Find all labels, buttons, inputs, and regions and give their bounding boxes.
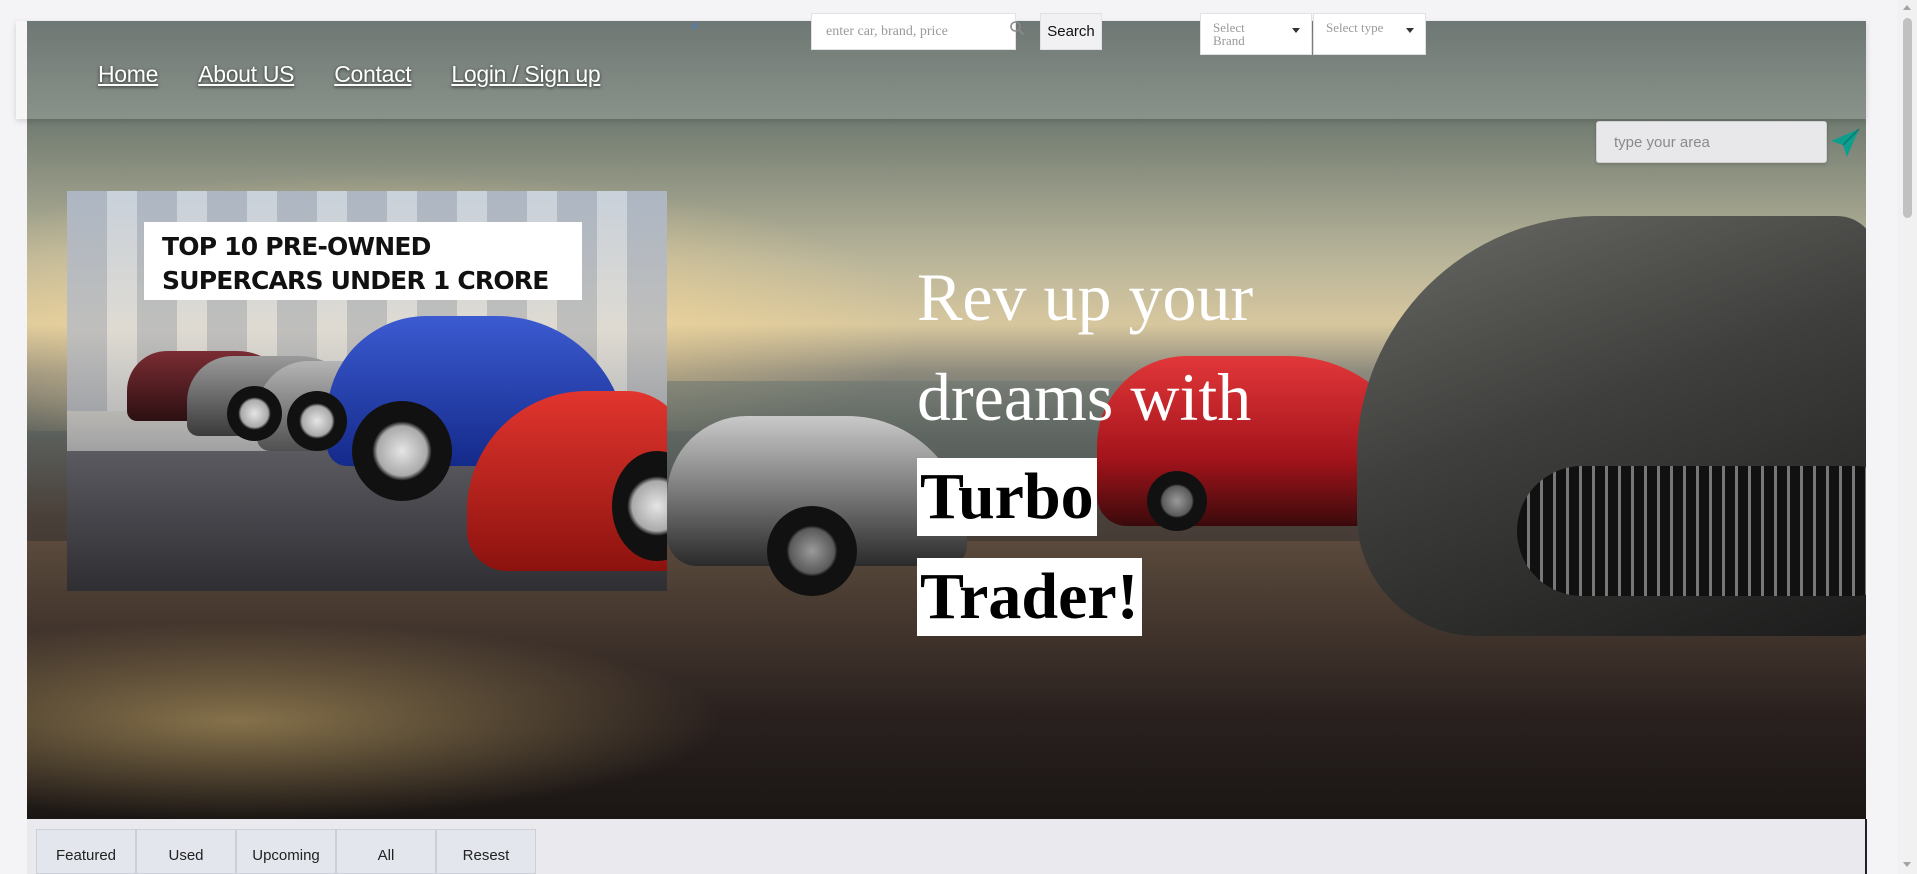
- type-select[interactable]: Select type: [1313, 13, 1426, 55]
- filter-bar: Featured Used Upcoming All Resest: [27, 819, 1867, 874]
- search-button[interactable]: Search: [1040, 13, 1102, 50]
- headline-brand-word2: Trader!: [917, 558, 1142, 636]
- headline-line2: dreams with: [917, 359, 1252, 435]
- promo-title-line1: TOP 10 PRE-OWNED: [162, 232, 431, 261]
- category-tabs: Featured Used Upcoming All Resest: [36, 829, 536, 874]
- nav-login-link[interactable]: Login / Sign up: [451, 61, 600, 88]
- nav-home-link[interactable]: Home: [98, 61, 158, 88]
- page: ≡ Home About US Contact Login / Sign up …: [0, 0, 1917, 874]
- brand-select[interactable]: Select Brand: [1200, 13, 1312, 55]
- tab-all[interactable]: All: [336, 829, 436, 874]
- page-scrollbar[interactable]: [1897, 0, 1917, 874]
- area-search-box: [1596, 121, 1827, 163]
- promo-wheel: [352, 401, 452, 501]
- car-search-input[interactable]: [812, 14, 987, 49]
- headline-brand-word1: Turbo: [917, 458, 1097, 536]
- promo-wheel: [287, 391, 347, 451]
- nav-links: Home About US Contact Login / Sign up: [98, 61, 640, 88]
- promo-title: TOP 10 PRE-OWNED SUPERCARS UNDER 1 CRORE: [144, 222, 582, 300]
- search-icon[interactable]: [1009, 20, 1025, 36]
- promo-title-line2: SUPERCARS UNDER 1 CRORE: [162, 266, 549, 295]
- type-select-label: Select type: [1326, 20, 1384, 35]
- headline-line1: Rev up your: [917, 259, 1254, 335]
- scroll-down-icon[interactable]: [1903, 862, 1911, 867]
- car-search-box: [811, 13, 1016, 50]
- scroll-up-icon[interactable]: [1903, 5, 1911, 10]
- tab-reset[interactable]: Resest: [436, 829, 536, 874]
- car-wheel: [767, 506, 857, 596]
- promo-card[interactable]: TOP 10 PRE-OWNED SUPERCARS UNDER 1 CRORE: [67, 191, 667, 591]
- tab-used[interactable]: Used: [136, 829, 236, 874]
- caret-down-icon: [1406, 28, 1414, 33]
- send-arrow-icon[interactable]: [1829, 127, 1861, 159]
- scroll-thumb[interactable]: [1903, 18, 1912, 218]
- area-search-input[interactable]: [1597, 122, 1826, 162]
- road-light: [27, 621, 727, 819]
- tab-upcoming[interactable]: Upcoming: [236, 829, 336, 874]
- car-grille: [1517, 466, 1866, 596]
- nav-contact-link[interactable]: Contact: [334, 61, 411, 88]
- tab-featured[interactable]: Featured: [36, 829, 136, 874]
- hero-headline: Rev up your dreams with Turbo Trader!: [917, 247, 1253, 647]
- nav-about-link[interactable]: About US: [198, 61, 294, 88]
- promo-wheel: [227, 386, 282, 441]
- caret-down-icon: [1292, 28, 1300, 33]
- brand-select-label: Select Brand: [1213, 20, 1245, 48]
- menu-toggle-icon[interactable]: ≡: [691, 20, 705, 32]
